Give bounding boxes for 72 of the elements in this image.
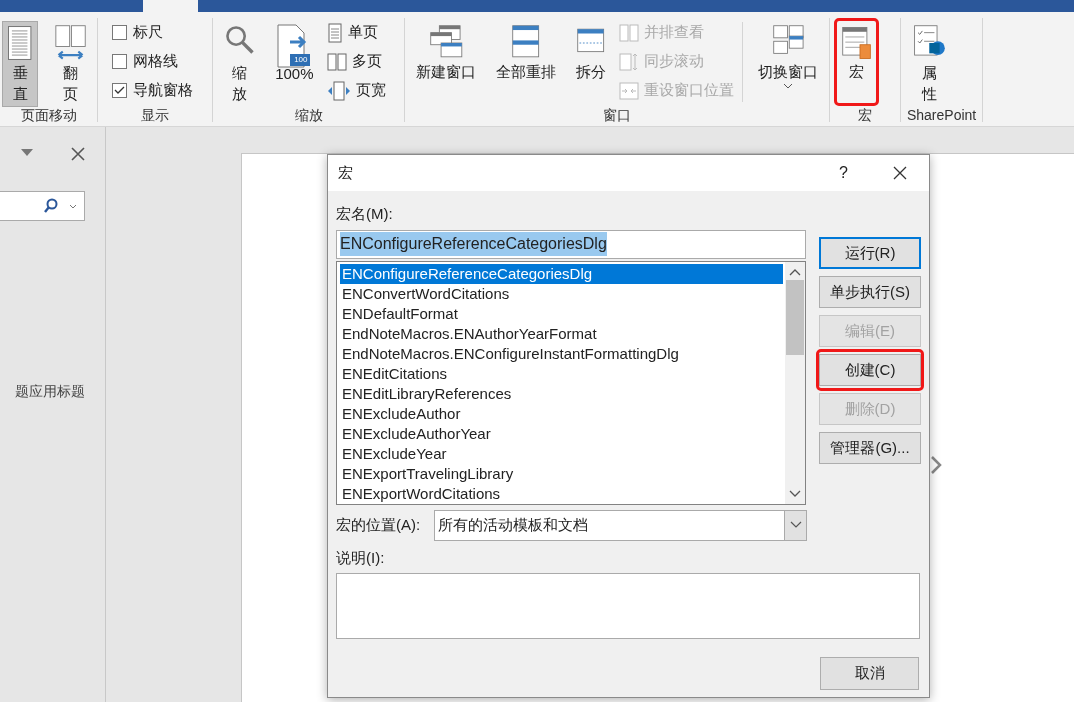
page-icon — [326, 22, 343, 43]
dialog-title: 宏 — [338, 162, 353, 183]
group-label: SharePoint — [905, 106, 978, 124]
list-item[interactable]: ENConfigureReferenceCategoriesDlg — [340, 263, 783, 284]
ribbon-button[interactable]: 全部重排 — [493, 21, 560, 103]
ribbon-button[interactable]: 切换窗口 — [755, 21, 822, 103]
field-label: 宏的位置(A): — [336, 514, 422, 535]
list-item[interactable]: ENExcludeYear — [340, 443, 783, 464]
ribbon-button[interactable]: 翻页 — [52, 21, 90, 107]
field-label: 说明(I): — [335, 547, 386, 568]
page-width-icon — [326, 80, 351, 101]
search-icon — [44, 198, 58, 214]
scrollbar[interactable] — [785, 261, 805, 504]
macro-name-field[interactable]: ENConfigureReferenceCategoriesDlg — [336, 229, 806, 259]
location-dropdown[interactable]: 所有的活动模板和文档 — [434, 509, 807, 541]
dropdown-icon — [21, 149, 33, 157]
ribbon-button[interactable]: 多页 — [326, 49, 386, 74]
scroll-down-icon — [789, 489, 801, 498]
chevron-down-icon — [69, 204, 77, 210]
checkbox-label: 网格线 — [133, 51, 179, 72]
ribbon-button[interactable]: 新建窗口 — [413, 21, 480, 103]
group-label: 窗口 — [602, 106, 633, 124]
list-item[interactable]: ENExportWordCitations — [340, 483, 783, 504]
list-item[interactable]: ENExcludeAuthorYear — [340, 423, 783, 444]
list-item[interactable]: EndNoteMacros.ENAuthorYearFormat — [340, 323, 783, 344]
chevron-down-icon — [789, 521, 802, 529]
list-item[interactable]: EndNoteMacros.ENConfigureInstantFormattingDlg — [340, 343, 783, 364]
list-item[interactable]: ENDefaultFormat — [340, 303, 783, 324]
close-icon[interactable] — [893, 166, 907, 180]
search-field[interactable] — [0, 191, 85, 221]
checkbox[interactable] — [112, 83, 128, 98]
ribbon-button[interactable]: 页宽 — [326, 78, 386, 103]
ribbon-button[interactable]: 单页 — [326, 20, 386, 45]
ribbon-button[interactable]: 属性 — [909, 21, 950, 107]
list-item[interactable]: ENConvertWordCitations — [340, 283, 783, 304]
list-item[interactable]: ENExportTravelingLibrary — [340, 463, 783, 484]
close-icon — [71, 147, 85, 161]
cancel-button[interactable]: 取消 — [820, 657, 919, 690]
group-label: 宏 — [857, 106, 874, 124]
list-item[interactable]: ENExcludeAuthor — [340, 403, 783, 424]
list-item[interactable]: ENEditCitations — [340, 363, 783, 384]
scrollbar-thumb[interactable] — [786, 279, 804, 355]
checkbox-label: 导航窗格 — [133, 80, 194, 101]
group-label: 页面移动 — [19, 106, 78, 124]
ribbon-button[interactable]: 拆分 — [573, 21, 610, 103]
description-field[interactable] — [336, 573, 920, 639]
list-item[interactable]: ENEditLibraryReferences — [340, 383, 783, 404]
two-pages-icon — [55, 24, 87, 62]
dialog-button[interactable]: 运行(R) — [819, 237, 921, 269]
dialog-button[interactable]: 单步执行(S) — [819, 276, 921, 308]
macro-icon — [841, 24, 873, 62]
group-label: 显示 — [140, 106, 171, 124]
dialog-button[interactable]: 创建(C) — [819, 354, 921, 386]
scroll-up-icon — [789, 267, 801, 276]
checkbox-label: 标尺 — [133, 22, 164, 43]
reset-window-icon — [619, 80, 640, 101]
sync-scroll-icon — [619, 51, 640, 72]
ribbon-button[interactable]: 100 100% — [272, 21, 317, 103]
ribbon-button[interactable]: 垂直 — [2, 21, 38, 107]
help-button[interactable]: ? — [839, 161, 848, 185]
pages-icon — [326, 51, 347, 72]
group-label: 缩放 — [293, 106, 324, 124]
ribbon-button[interactable]: 缩放 — [221, 21, 259, 107]
ribbon-button[interactable]: 宏 — [838, 21, 876, 103]
hint-text: 题应用标题 — [15, 382, 85, 401]
side-by-side-icon — [619, 22, 640, 43]
page-icon — [5, 24, 35, 62]
dialog-button[interactable]: 管理器(G)... — [819, 432, 921, 464]
field-label: 宏名(M): — [336, 204, 394, 224]
checkbox[interactable] — [112, 54, 128, 69]
selected-text: ENConfigureReferenceCategoriesDlg — [340, 232, 607, 256]
checkbox[interactable] — [112, 25, 128, 40]
